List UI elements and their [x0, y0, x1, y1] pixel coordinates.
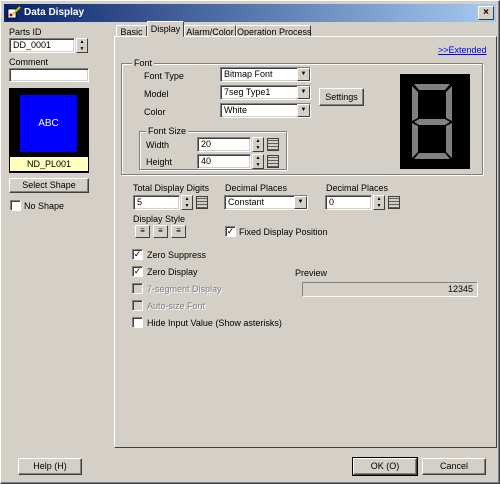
no-shape-label: No Shape [24, 201, 65, 211]
shape-preview-frame[interactable]: ABC ND_PL001 [9, 88, 89, 173]
shape-name: ND_PL001 [10, 157, 88, 171]
align-left-button[interactable]: ≡ [135, 225, 150, 238]
close-button[interactable]: × [478, 6, 494, 20]
height-input[interactable]: 40 [197, 154, 251, 169]
width-spinner[interactable]: ▲ ▼ [252, 137, 264, 152]
shape-preview: ABC [20, 95, 77, 152]
display-style-label: Display Style [133, 214, 186, 224]
keypad-icon[interactable] [267, 138, 279, 151]
app-icon [7, 6, 21, 19]
spin-down-icon: ▼ [184, 202, 190, 209]
keypad-icon[interactable] [388, 196, 400, 209]
decimal-places-label: Decimal Places [326, 183, 389, 193]
decimal-places-input[interactable]: 0 [325, 195, 372, 210]
select-shape-button[interactable]: Select Shape [9, 178, 89, 193]
spin-down-icon: ▼ [376, 202, 382, 209]
align-center-icon: ≡ [158, 226, 163, 235]
decimal-places-spinner[interactable]: ▲ ▼ [373, 195, 385, 210]
align-right-button[interactable]: ≡ [171, 225, 186, 238]
spin-down-icon: ▼ [255, 144, 261, 151]
chevron-down-icon[interactable]: ▼ [297, 86, 310, 99]
font-type-label: Font Type [144, 71, 184, 81]
height-label: Height [146, 157, 173, 167]
keypad-icon[interactable] [267, 155, 279, 168]
data-display-dialog: Data Display × Parts ID DD_0001 ▲ ▼ Comme… [0, 0, 500, 484]
ok-button[interactable]: OK (O) [352, 457, 418, 476]
zero-display-checkbox[interactable]: ✓ [132, 266, 143, 277]
font-group-label: Font [132, 58, 155, 69]
settings-button[interactable]: Settings [319, 88, 364, 106]
extended-link[interactable]: >>Extended [438, 45, 487, 56]
chevron-down-icon[interactable]: ▼ [294, 196, 307, 209]
comment-input[interactable] [9, 68, 89, 82]
parts-id-input[interactable]: DD_0001 [9, 38, 75, 53]
title-bar: Data Display × [4, 4, 496, 22]
align-center-button[interactable]: ≡ [153, 225, 168, 238]
tab-display[interactable]: Display [147, 21, 184, 37]
no-shape-checkbox[interactable] [10, 200, 21, 211]
chevron-down-icon[interactable]: ▼ [297, 68, 310, 81]
decimal-places-mode-label: Decimal Places [225, 183, 288, 193]
total-digits-spinner[interactable]: ▲ ▼ [181, 195, 193, 210]
total-digits-label: Total Display Digits [133, 183, 210, 193]
window-title: Data Display [24, 7, 85, 18]
model-label: Model [144, 89, 169, 99]
fixed-display-position-label: Fixed Display Position [239, 227, 328, 237]
spin-down-icon: ▼ [79, 45, 85, 52]
seven-segment-preview-icon [400, 74, 470, 169]
zero-display-label: Zero Display [147, 267, 198, 277]
auto-size-font-label: Auto-size Font [147, 301, 206, 311]
font-size-group-label: Font Size [146, 126, 189, 137]
width-label: Width [146, 140, 170, 150]
auto-size-font-checkbox[interactable] [132, 300, 143, 311]
parts-id-spinner[interactable]: ▲ ▼ [76, 38, 88, 53]
close-icon: × [483, 7, 489, 18]
help-button[interactable]: Help (H) [18, 458, 82, 475]
chevron-down-icon[interactable]: ▼ [297, 104, 310, 117]
spin-down-icon: ▼ [255, 161, 261, 168]
fixed-display-position-checkbox[interactable]: ✓ [225, 226, 236, 237]
total-digits-input[interactable]: 5 [133, 195, 180, 210]
color-label: Color [144, 107, 166, 117]
preview-label: Preview [295, 268, 328, 278]
preview-value: 12345 [302, 282, 478, 297]
parts-id-label: Parts ID [9, 27, 42, 37]
zero-suppress-label: Zero Suppress [147, 250, 207, 260]
seven-segment-checkbox[interactable] [132, 283, 143, 294]
hide-input-checkbox[interactable] [132, 317, 143, 328]
cancel-button[interactable]: Cancel [422, 458, 486, 475]
width-input[interactable]: 20 [197, 137, 251, 152]
align-right-icon: ≡ [176, 226, 181, 235]
height-spinner[interactable]: ▲ ▼ [252, 154, 264, 169]
hide-input-label: Hide Input Value (Show asterisks) [147, 318, 282, 328]
align-left-icon: ≡ [140, 226, 145, 235]
keypad-icon[interactable] [196, 196, 208, 209]
zero-suppress-checkbox[interactable]: ✓ [132, 249, 143, 260]
seven-segment-label: 7-segment Display [147, 284, 222, 294]
comment-label: Comment [9, 57, 49, 67]
